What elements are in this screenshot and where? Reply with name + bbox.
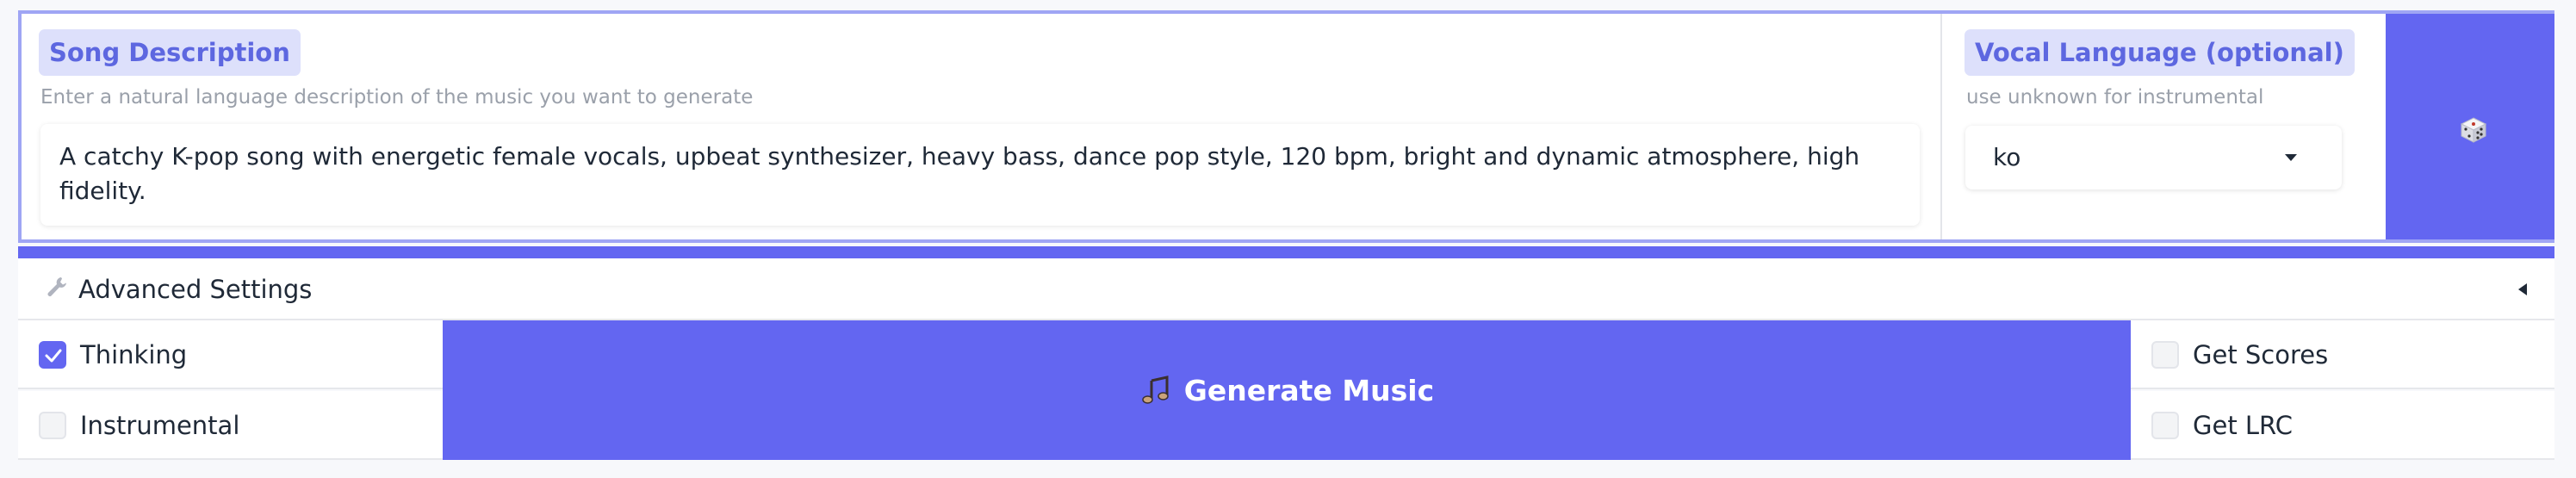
get-lrc-option[interactable]: Get LRC [2131, 391, 2554, 460]
song-description-textarea[interactable]: A catchy K-pop song with energetic femal… [40, 124, 1920, 226]
instrumental-label: Instrumental [80, 411, 240, 440]
wrench-icon [47, 277, 66, 296]
generate-music-button[interactable]: Generate Music [443, 320, 2131, 460]
thinking-option[interactable]: Thinking [18, 320, 443, 389]
chevron-down-icon [2285, 154, 2297, 161]
chevron-left-icon [2518, 283, 2527, 295]
vocal-language-info: use unknown for instrumental [1966, 86, 2264, 109]
vocal-language-label: Vocal Language (optional) [1965, 29, 2355, 76]
instrumental-option[interactable]: Instrumental [18, 391, 443, 460]
song-description-info: Enter a natural language description of … [40, 86, 754, 109]
input-panel: Song Description Enter a natural languag… [18, 10, 2554, 243]
advanced-settings-accordion[interactable]: Advanced Settings [18, 258, 2554, 320]
get-lrc-checkbox[interactable] [2151, 412, 2179, 439]
advanced-settings-label: Advanced Settings [78, 275, 313, 304]
song-description-label: Song Description [39, 29, 301, 76]
random-example-button[interactable] [2386, 14, 2554, 239]
vocal-language-selected-value: ko [1993, 143, 2021, 171]
get-scores-checkbox[interactable] [2151, 341, 2179, 369]
checkmark-icon [45, 349, 62, 363]
get-lrc-label: Get LRC [2193, 411, 2294, 440]
generate-music-label: Generate Music [1183, 373, 1435, 407]
section-divider [18, 246, 2554, 258]
vocal-language-block: Vocal Language (optional) use unknown fo… [1944, 14, 2385, 239]
get-scores-label: Get Scores [2193, 340, 2329, 369]
dice-icon [2460, 117, 2487, 143]
get-scores-option[interactable]: Get Scores [2131, 320, 2554, 389]
instrumental-checkbox[interactable] [39, 412, 66, 439]
vocal-language-dropdown[interactable]: ko [1965, 126, 2342, 189]
music-note-icon [1142, 376, 1169, 404]
thinking-checkbox[interactable] [39, 341, 66, 369]
thinking-label: Thinking [80, 340, 188, 369]
song-description-block: Song Description Enter a natural languag… [22, 14, 1942, 239]
